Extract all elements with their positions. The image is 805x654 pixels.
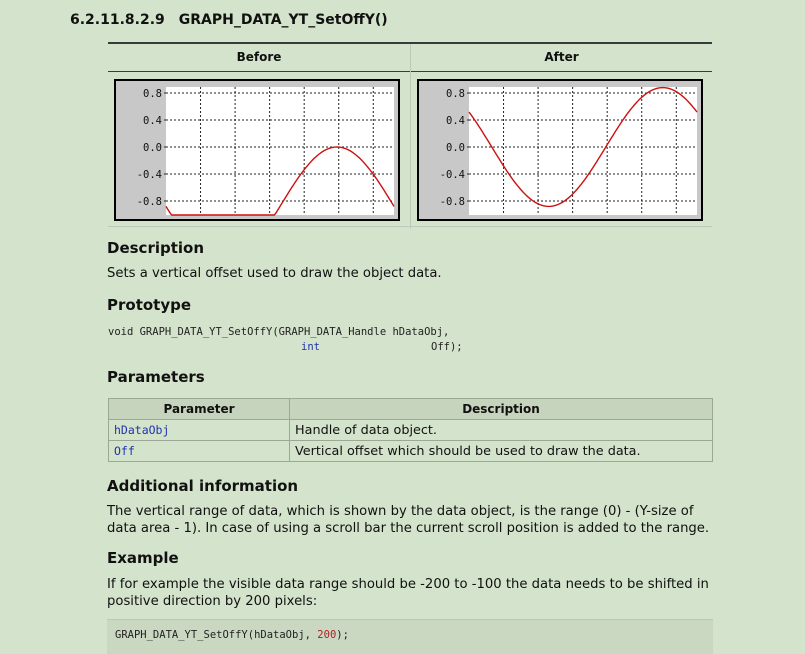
code-call: GRAPH_DATA_YT_SetOffY(hDataObj, bbox=[115, 629, 318, 641]
example-code-line: GRAPH_DATA_YT_SetOffY(hDataObj, 200); bbox=[115, 629, 349, 641]
before-y-tick: -0.4 bbox=[137, 169, 162, 181]
section-heading: 6.2.11.8.2.9 GRAPH_DATA_YT_SetOffY() bbox=[70, 12, 388, 28]
prototype-title: Prototype bbox=[107, 296, 192, 314]
param-name-off[interactable]: Off bbox=[108, 440, 290, 462]
before-column: Before 0.8 0.4 0.0 -0.4 -0.8 bbox=[108, 44, 411, 229]
example-code-block: GRAPH_DATA_YT_SetOffY(hDataObj, 200); bbox=[107, 619, 713, 654]
description-column-header: Description bbox=[289, 398, 713, 420]
section-number: 6.2.11.8.2.9 bbox=[70, 12, 165, 28]
after-y-tick: 0.0 bbox=[446, 142, 465, 154]
prototype-line-1: void GRAPH_DATA_YT_SetOffY(GRAPH_DATA_Ha… bbox=[108, 326, 450, 338]
prototype-param-name: Off); bbox=[431, 341, 463, 353]
description-text: Sets a vertical offset used to draw the … bbox=[107, 266, 442, 281]
figure-bottom-rule bbox=[108, 226, 712, 227]
after-graph: 0.8 0.4 0.0 -0.4 -0.8 bbox=[417, 79, 703, 221]
table-row: hDataObj Handle of data object. bbox=[108, 419, 713, 441]
before-y-tick: 0.0 bbox=[143, 142, 162, 154]
param-desc: Handle of data object. bbox=[289, 419, 713, 441]
table-row: Off Vertical offset which should be used… bbox=[108, 440, 713, 462]
section-title: GRAPH_DATA_YT_SetOffY() bbox=[178, 12, 388, 28]
after-y-tick: -0.8 bbox=[440, 196, 465, 208]
parameter-column-header: Parameter bbox=[108, 398, 290, 420]
example-text: If for example the visible data range sh… bbox=[107, 577, 709, 609]
before-after-figure: Before 0.8 0.4 0.0 -0.4 -0.8 After 0.8 0.4 0.0… bbox=[108, 42, 712, 229]
after-y-tick: 0.4 bbox=[446, 115, 465, 127]
code-value: 200 bbox=[317, 629, 337, 641]
before-header: Before bbox=[108, 44, 410, 72]
prototype-param-type: int bbox=[301, 341, 320, 353]
after-header: After bbox=[411, 44, 712, 72]
additional-info-text: The vertical range of data, which is sho… bbox=[107, 504, 710, 536]
parameters-table: Parameter Description hDataObj Handle of… bbox=[108, 398, 713, 462]
before-graph: 0.8 0.4 0.0 -0.4 -0.8 bbox=[114, 79, 400, 221]
example-title: Example bbox=[107, 549, 179, 567]
before-y-tick: -0.8 bbox=[137, 196, 162, 208]
param-name-hdataobj[interactable]: hDataObj bbox=[108, 419, 290, 441]
after-y-tick: 0.8 bbox=[446, 88, 465, 100]
before-y-tick: 0.8 bbox=[143, 88, 162, 100]
additional-info-title: Additional information bbox=[107, 477, 299, 495]
description-title: Description bbox=[107, 239, 205, 257]
code-end: ); bbox=[336, 629, 349, 641]
before-y-tick: 0.4 bbox=[143, 115, 162, 127]
after-y-tick: -0.4 bbox=[440, 169, 465, 181]
parameters-header-row: Parameter Description bbox=[108, 398, 713, 420]
after-column: After 0.8 0.4 0.0 -0.4 -0.8 bbox=[411, 44, 712, 229]
param-desc: Vertical offset which should be used to … bbox=[289, 440, 713, 462]
parameters-title: Parameters bbox=[107, 368, 205, 386]
